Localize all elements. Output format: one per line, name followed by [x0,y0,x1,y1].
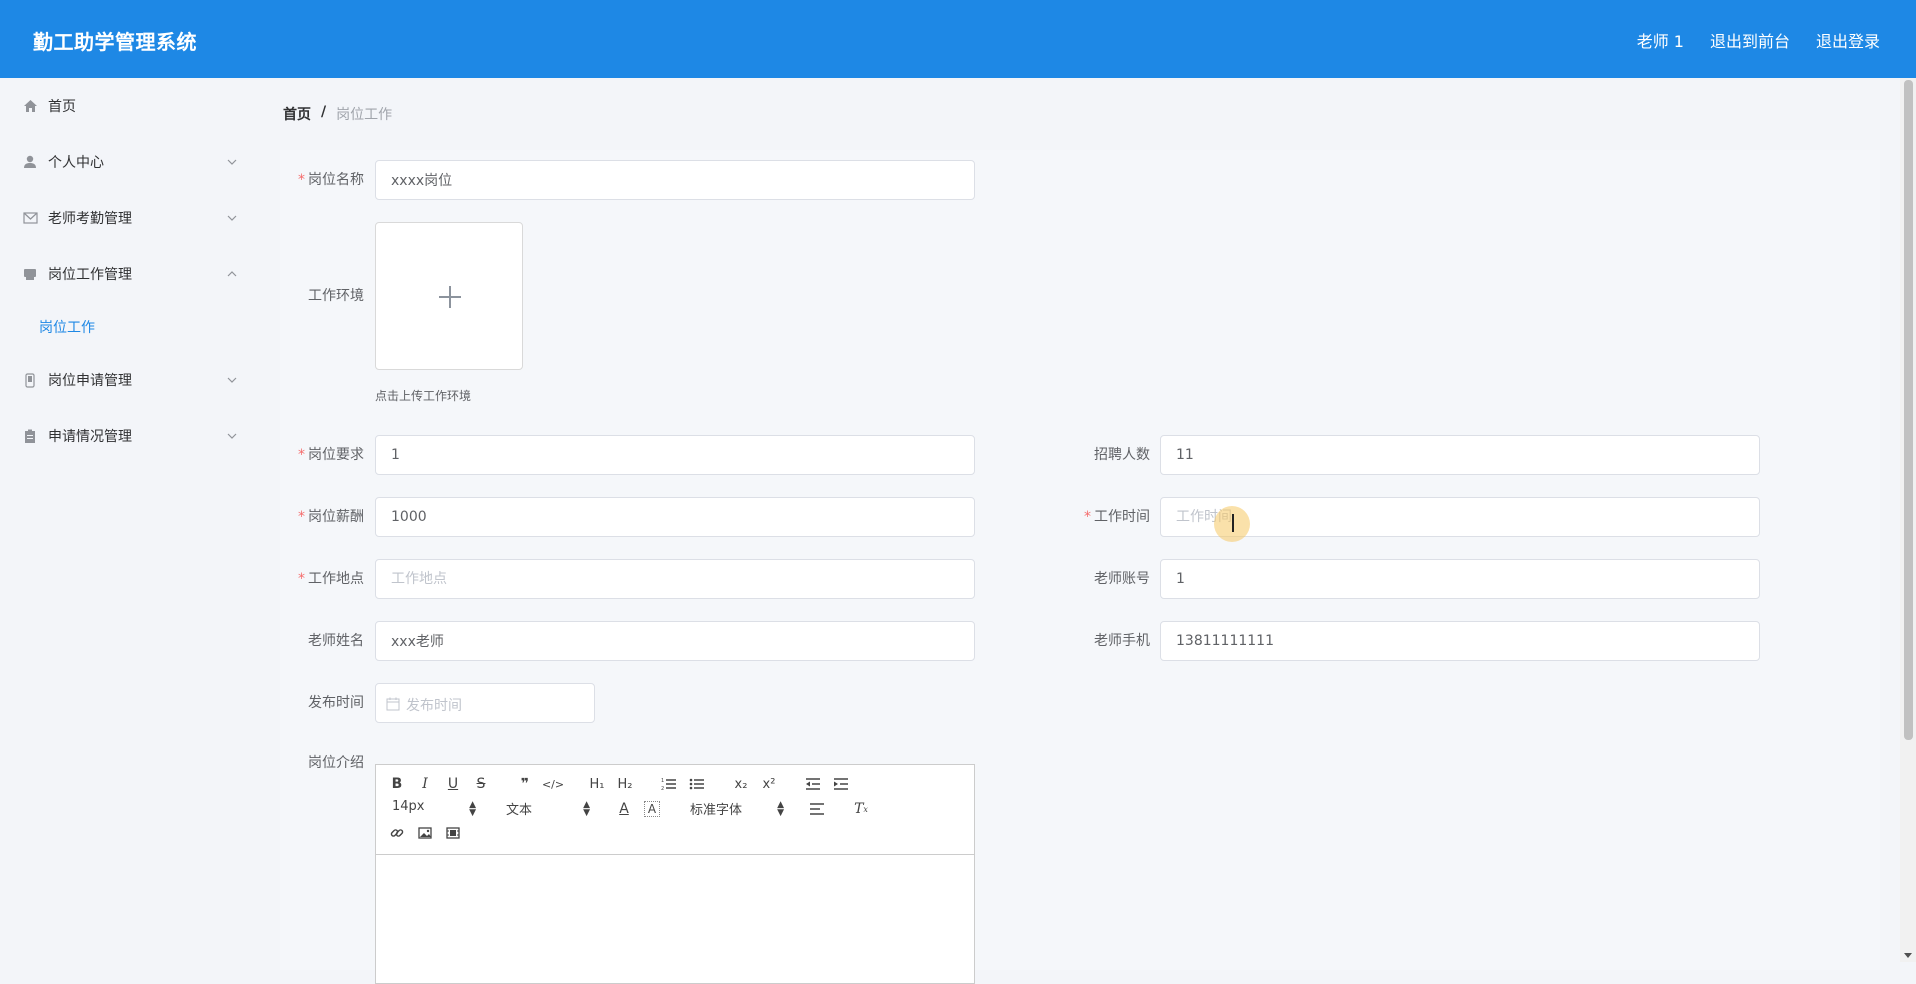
chevron-down-icon [226,156,238,168]
clear-format-icon[interactable]: Tx [850,799,872,819]
font-size-select[interactable]: 14px ▲ ▼ [392,799,476,819]
user-name[interactable]: 老师 1 [1637,28,1684,52]
user-icon [22,154,38,170]
sidebar-item-label: 个人中心 [48,155,104,171]
location-label: * 工作地点 [298,571,364,587]
page-scrollbar[interactable] [1900,78,1916,962]
sidebar-item-job-application[interactable]: 岗位申请管理 [0,360,262,400]
headcount-label: 招聘人数 [1094,447,1150,463]
blockquote-icon[interactable]: ❞ [514,774,536,794]
subscript-button[interactable]: x₂ [730,774,752,794]
header-2-button[interactable]: H₂ [614,774,636,794]
home-icon [22,98,38,114]
environment-label: 工作环境 [308,288,364,304]
top-header: 勤工助学管理系统 老师 1 退出到前台 退出登录 [0,0,1916,78]
back-to-front-link[interactable]: 退出到前台 [1710,28,1790,52]
requirement-input[interactable] [375,435,975,475]
rich-text-editor: B I U S ❞ </> H₁ H₂ 12 x₂ x² 14px ▲ ▼ 文本… [375,764,975,984]
upload-tip: 点击上传工作环境 [375,389,472,403]
breadcrumb: 首页 / 岗位工作 [283,104,392,124]
sidebar-item-label: 岗位申请管理 [48,373,132,389]
background-color-icon[interactable]: A [644,801,660,817]
ordered-list-icon[interactable]: 12 [658,774,680,794]
headcount-input[interactable] [1160,435,1760,475]
envelope-icon [22,210,38,226]
outdent-icon[interactable] [802,774,824,794]
job-name-label: * 岗位名称 [298,172,364,188]
image-icon[interactable] [414,823,436,843]
salary-input[interactable] [375,497,975,537]
sidebar-item-job-management[interactable]: 岗位工作管理 [0,254,262,294]
work-time-input[interactable] [1160,497,1760,537]
chevron-down-icon [226,430,238,442]
sidebar: 首页 个人中心 老师考勤管理 岗位工作管理 岗位工作 岗位申请管理 申请情况管理 [0,78,262,962]
calendar-icon [386,696,400,711]
app-title: 勤工助学管理系统 [33,30,197,54]
printer-icon [22,266,38,282]
font-color-icon[interactable]: A [613,799,635,819]
indent-icon[interactable] [830,774,852,794]
phone-icon [22,372,38,388]
video-icon[interactable] [442,823,464,843]
teacher-phone-input[interactable] [1160,621,1760,661]
breadcrumb-current: 岗位工作 [336,107,393,123]
bullet-list-icon[interactable] [686,774,708,794]
sidebar-item-label: 老师考勤管理 [48,211,132,227]
svg-text:2: 2 [661,786,664,791]
superscript-button[interactable]: x² [758,774,780,794]
salary-label: * 岗位薪酬 [298,509,364,525]
sidebar-item-application-status[interactable]: 申请情况管理 [0,416,262,456]
svg-text:1: 1 [661,778,664,784]
job-name-input[interactable] [375,160,975,200]
publish-time-placeholder: 发布时间 [406,698,462,714]
intro-label: 岗位介绍 [308,755,364,771]
sidebar-item-label: 申请情况管理 [48,429,132,445]
sidebar-item-teacher-attendance[interactable]: 老师考勤管理 [0,198,262,238]
header-1-button[interactable]: H₁ [586,774,608,794]
sidebar-item-job-work[interactable]: 岗位工作 [0,307,262,347]
teacher-name-input[interactable] [375,621,975,661]
align-icon[interactable] [806,799,828,819]
breadcrumb-home[interactable]: 首页 [283,104,311,124]
underline-button[interactable]: U [442,774,464,794]
chevron-up-icon [226,268,238,280]
breadcrumb-separator: / [321,104,327,120]
plus-icon-vertical [449,286,451,308]
publish-time-label: 发布时间 [308,695,364,711]
logout-link[interactable]: 退出登录 [1816,28,1880,52]
italic-button[interactable]: I [414,774,436,794]
header-actions: 老师 1 退出到前台 退出登录 [1637,28,1880,52]
sidebar-item-label: 首页 [48,99,76,115]
sidebar-item-home[interactable]: 首页 [0,86,262,126]
font-family-select[interactable]: 标准字体 ▲ ▼ [690,799,784,819]
bold-button[interactable]: B [386,774,408,794]
sidebar-item-personal-center[interactable]: 个人中心 [0,142,262,182]
teacher-account-input[interactable] [1160,559,1760,599]
sidebar-item-label: 岗位工作 [39,320,95,336]
strike-button[interactable]: S [470,774,492,794]
link-icon[interactable] [386,823,408,843]
code-icon[interactable]: </> [542,774,564,794]
clipboard-icon [22,428,38,444]
requirement-label: * 岗位要求 [298,447,364,463]
location-input[interactable] [375,559,975,599]
editor-content-area[interactable] [376,856,974,983]
teacher-phone-label: 老师手机 [1094,633,1150,649]
editor-toolbar: B I U S ❞ </> H₁ H₂ 12 x₂ x² 14px ▲ ▼ 文本… [376,765,974,855]
chevron-down-icon [226,374,238,386]
header-select[interactable]: 文本 ▲ ▼ [506,799,590,819]
publish-time-picker[interactable]: 发布时间 [375,683,595,723]
work-time-label: * 工作时间 [1084,509,1150,525]
environment-upload[interactable] [375,222,523,370]
sidebar-item-label: 岗位工作管理 [48,267,132,283]
scroll-down-arrow[interactable] [1904,953,1912,958]
teacher-account-label: 老师账号 [1094,571,1150,587]
scrollbar-thumb[interactable] [1904,80,1913,740]
chevron-down-icon [226,212,238,224]
teacher-name-label: 老师姓名 [308,633,364,649]
